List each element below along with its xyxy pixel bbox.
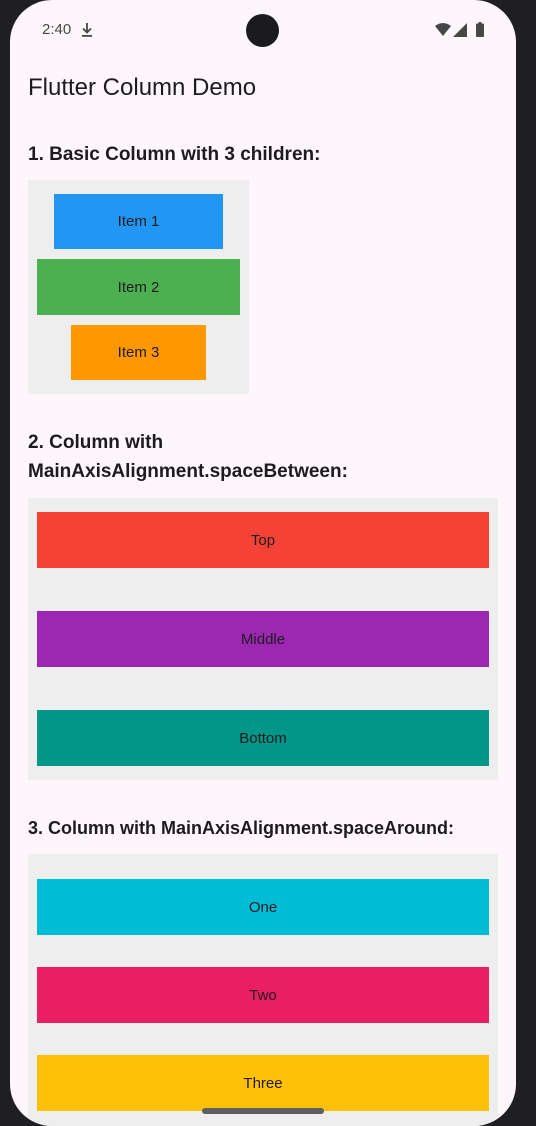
bottom-label: Bottom <box>239 729 287 747</box>
space-around-panel: One Two Three <box>28 854 498 1126</box>
item-3-box: Item 3 <box>71 325 206 380</box>
space-between-panel: Top Middle Bottom <box>28 498 498 780</box>
middle-box: Middle <box>37 611 489 667</box>
phone-screen: 2:40 Flutter Column Demo 1. Basic Column… <box>10 0 516 1126</box>
item-2-label: Item 2 <box>117 278 160 296</box>
item-3-label: Item 3 <box>117 344 160 361</box>
one-label: One <box>248 898 278 916</box>
camera-cutout <box>246 14 279 47</box>
two-label: Two <box>249 986 277 1004</box>
wifi-icon <box>435 23 451 36</box>
item-1-label: Item 1 <box>117 213 160 230</box>
status-time: 2:40 <box>42 21 72 38</box>
basic-column-panel: Item 1 Item 2 Item 3 <box>28 180 249 394</box>
home-indicator[interactable] <box>202 1108 324 1114</box>
item-2-box: Item 2 <box>37 259 240 315</box>
one-box: One <box>37 879 489 935</box>
middle-label: Middle <box>240 630 286 648</box>
two-box: Two <box>37 967 489 1023</box>
item-1-box: Item 1 <box>54 194 223 249</box>
section-3-heading: 3. Column with MainAxisAlignment.spaceAr… <box>28 818 455 838</box>
three-label: Three <box>243 1074 283 1092</box>
battery-icon <box>476 22 484 37</box>
status-bar: 2:40 <box>10 0 516 60</box>
bottom-box: Bottom <box>37 710 489 766</box>
section-1-heading: 1. Basic Column with 3 children: <box>28 144 321 165</box>
section-2-heading: 2. Column with MainAxisAlignment.spaceBe… <box>28 432 348 482</box>
download-icon <box>82 23 92 37</box>
signal-icon <box>453 23 467 37</box>
app-title: Flutter Column Demo <box>28 74 257 101</box>
three-box: Three <box>37 1055 489 1111</box>
top-box: Top <box>37 512 489 568</box>
top-label: Top <box>250 531 276 549</box>
